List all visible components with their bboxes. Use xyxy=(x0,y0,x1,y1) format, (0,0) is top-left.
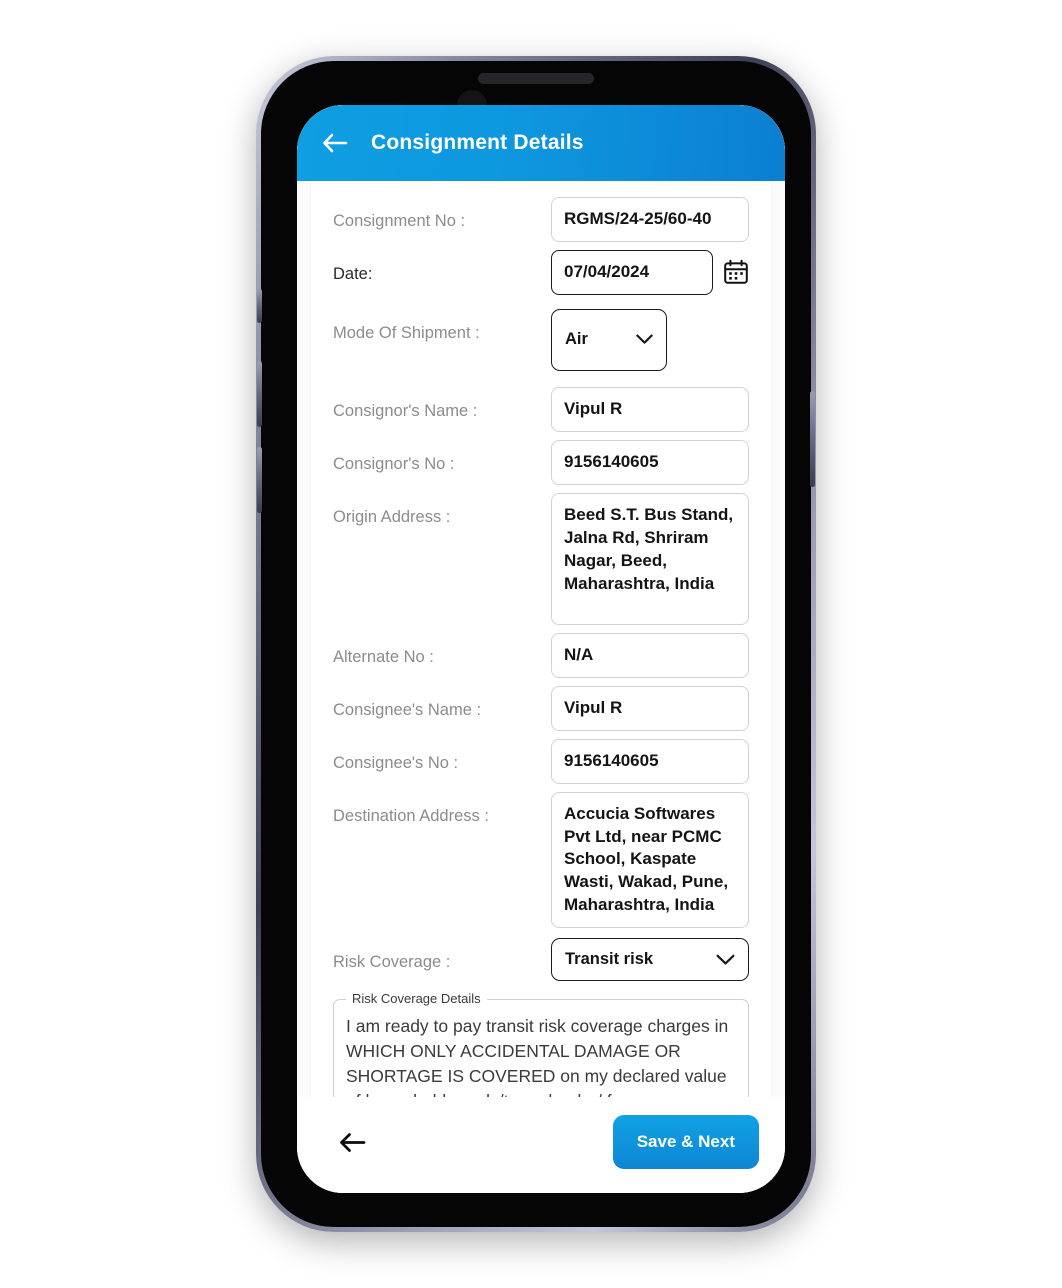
label-consignor-name: Consignor's Name : xyxy=(333,401,478,420)
phone-body: Consignment Details Consignment No : RGM… xyxy=(257,61,815,1227)
phone-speaker-grille xyxy=(478,73,594,84)
field-date: 07/04/2024 xyxy=(551,249,749,295)
page-title: Consignment Details xyxy=(371,131,584,154)
field-risk-coverage: Transit risk xyxy=(551,938,749,982)
consignor-no-input[interactable]: 9156140605 xyxy=(551,439,749,485)
mode-of-shipment-value: Air xyxy=(565,330,588,349)
label-alternate-no: Alternate No : xyxy=(333,647,434,666)
form-scroll-area[interactable]: Consignment No : RGMS/24-25/60-40 Date: xyxy=(297,181,785,1097)
phone-device-mockup: Consignment Details Consignment No : RGM… xyxy=(256,56,816,1232)
field-origin-address: Beed S.T. Bus Stand, Jalna Rd, Shriram N… xyxy=(551,492,749,625)
label-origin-address: Origin Address : xyxy=(333,507,451,526)
field-row-origin-address: Origin Address : Beed S.T. Bus Stand, Ja… xyxy=(333,492,749,625)
label-consignee-name: Consignee's Name : xyxy=(333,700,482,719)
consignee-name-input[interactable]: Vipul R xyxy=(551,685,749,731)
mode-of-shipment-select[interactable]: Air xyxy=(551,308,667,371)
header-back-button[interactable] xyxy=(315,123,355,163)
risk-coverage-select[interactable]: Transit risk xyxy=(551,938,749,982)
phone-power-button xyxy=(810,391,815,487)
phone-screen: Consignment Details Consignment No : RGM… xyxy=(297,105,785,1193)
field-row-destination-address: Destination Address : Accucia Softwares … xyxy=(333,791,749,929)
calendar-icon[interactable] xyxy=(723,259,749,285)
arrow-left-icon xyxy=(323,133,348,153)
risk-coverage-details-text: I am ready to pay transit risk coverage … xyxy=(346,1016,729,1097)
field-row-risk-coverage: Risk Coverage : Transit risk xyxy=(333,938,749,982)
phone-mute-switch xyxy=(257,289,262,323)
risk-coverage-details-legend: Risk Coverage Details xyxy=(346,991,487,1007)
date-input[interactable]: 07/04/2024 xyxy=(551,249,713,295)
label-date: Date: xyxy=(333,264,373,283)
field-row-mode-of-shipment: Mode Of Shipment : Air xyxy=(333,308,749,371)
field-row-consignor-no: Consignor's No : 9156140605 xyxy=(333,439,749,485)
field-consignor-name: Vipul R xyxy=(551,386,749,432)
screenshot-canvas: Consignment Details Consignment No : RGM… xyxy=(0,0,1062,1288)
consignment-no-input[interactable]: RGMS/24-25/60-40 xyxy=(551,197,749,242)
field-row-date: Date: 07/04/2024 xyxy=(333,249,749,295)
phone-volume-down-button xyxy=(257,447,262,513)
field-row-consignee-name: Consignee's Name : Vipul R xyxy=(333,685,749,731)
consignee-no-input[interactable]: 9156140605 xyxy=(551,738,749,784)
field-consignor-no: 9156140605 xyxy=(551,439,749,485)
field-mode-of-shipment: Air xyxy=(551,308,749,371)
consignor-name-input[interactable]: Vipul R xyxy=(551,386,749,432)
label-risk-coverage: Risk Coverage : xyxy=(333,953,451,972)
destination-address-textarea[interactable]: Accucia Softwares Pvt Ltd, near PCMC Sch… xyxy=(551,791,749,929)
label-mode-of-shipment: Mode Of Shipment : xyxy=(333,323,480,342)
field-row-consignor-name: Consignor's Name : Vipul R xyxy=(333,386,749,432)
save-and-next-button[interactable]: Save & Next xyxy=(612,1115,759,1169)
arrow-left-icon xyxy=(340,1132,366,1152)
label-destination-address: Destination Address : xyxy=(333,806,489,825)
field-consignee-name: Vipul R xyxy=(551,685,749,731)
alternate-no-input[interactable]: N/A xyxy=(551,632,749,678)
field-alternate-no: N/A xyxy=(551,632,749,678)
risk-coverage-details-fieldset: Risk Coverage Details I am ready to pay … xyxy=(333,991,749,1097)
risk-coverage-value: Transit risk xyxy=(565,950,654,969)
app-container: Consignment Details Consignment No : RGM… xyxy=(297,105,785,1193)
field-row-alternate-no: Alternate No : N/A xyxy=(333,632,749,678)
date-wrapper: 07/04/2024 xyxy=(551,249,749,295)
field-consignee-no: 9156140605 xyxy=(551,738,749,784)
label-consignor-no: Consignor's No : xyxy=(333,454,455,473)
origin-address-textarea[interactable]: Beed S.T. Bus Stand, Jalna Rd, Shriram N… xyxy=(551,492,749,625)
field-consignment-no: RGMS/24-25/60-40 xyxy=(551,197,749,242)
chevron-down-icon xyxy=(716,954,735,965)
label-consignment-no: Consignment No : xyxy=(333,212,466,230)
field-destination-address: Accucia Softwares Pvt Ltd, near PCMC Sch… xyxy=(551,791,749,929)
chevron-down-icon xyxy=(636,334,653,345)
app-header: Consignment Details xyxy=(297,105,785,181)
form-card: Consignment No : RGMS/24-25/60-40 Date: xyxy=(311,181,771,1097)
bottom-back-button[interactable] xyxy=(331,1120,375,1164)
label-consignee-no: Consignee's No : xyxy=(333,753,459,772)
field-row-consignee-no: Consignee's No : 9156140605 xyxy=(333,738,749,784)
bottom-action-bar: Save & Next xyxy=(297,1097,785,1193)
field-row-consignment-no: Consignment No : RGMS/24-25/60-40 xyxy=(333,197,749,242)
phone-volume-up-button xyxy=(257,361,262,427)
